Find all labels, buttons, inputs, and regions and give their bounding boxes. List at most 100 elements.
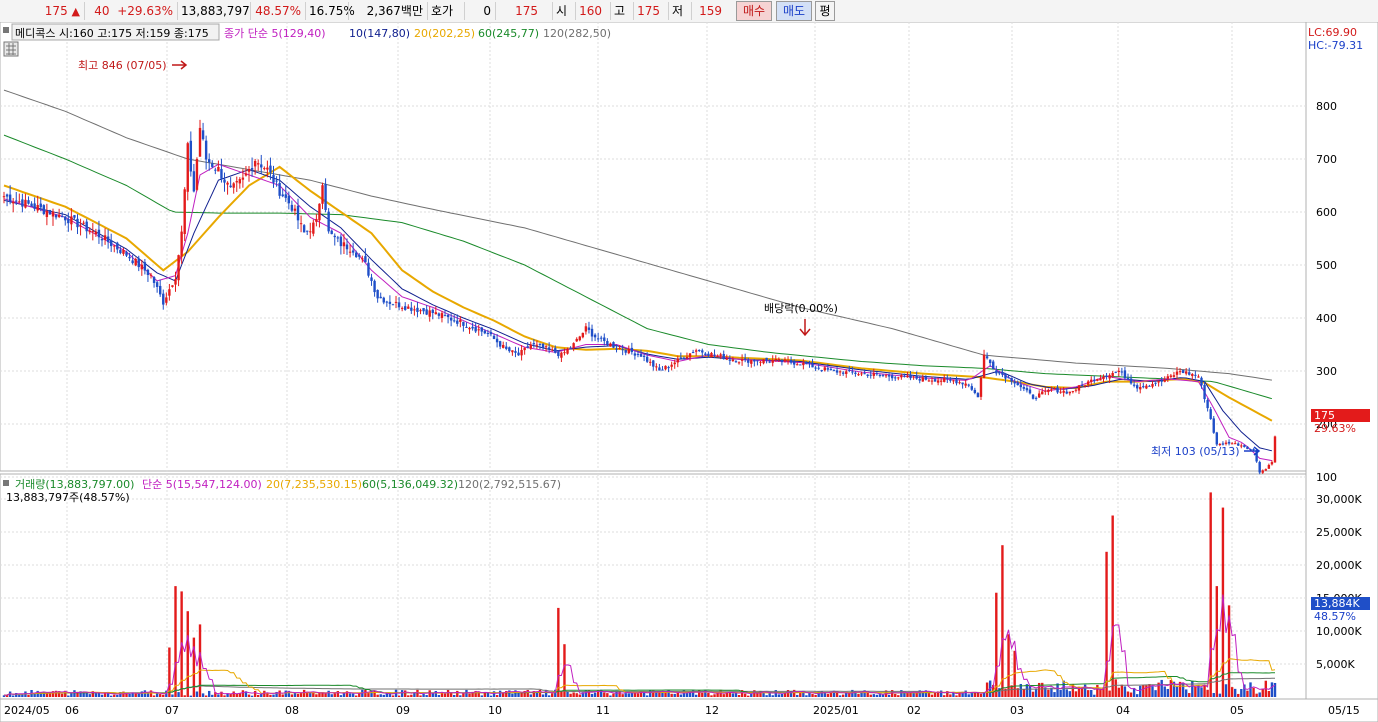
candle-body: [131, 260, 134, 264]
candle-body: [747, 360, 750, 363]
volume-bar: [407, 695, 410, 697]
candle-body: [284, 194, 287, 198]
candle-body: [955, 379, 958, 384]
candle-body: [498, 341, 502, 347]
candle-body: [459, 319, 462, 322]
candle-body: [162, 293, 165, 305]
candle-body: [535, 344, 539, 346]
candle-body: [5, 194, 9, 197]
volume-bar: [557, 607, 560, 697]
candle-body: [1044, 390, 1047, 392]
candle-body: [1157, 380, 1160, 383]
last-price-text: 175: [1314, 409, 1335, 422]
candle-body: [698, 349, 701, 351]
volume-bar: [541, 694, 545, 697]
low-price: 159: [691, 2, 725, 20]
volume-bar: [1151, 686, 1154, 697]
volume-bar: [887, 694, 891, 697]
candle-body: [293, 208, 297, 211]
stock-chart[interactable]: 100200300400500600700800 5,000K10,000K15…: [0, 22, 1378, 722]
candle-body: [168, 289, 171, 296]
candle-body: [416, 307, 419, 312]
candle-body: [437, 313, 441, 316]
price-panel[interactable]: [0, 22, 1307, 472]
candle-body: [1120, 371, 1124, 373]
candle-body: [355, 252, 358, 258]
candle-body: [612, 342, 615, 348]
dividend-annotation: 배당락(0.00%): [764, 302, 838, 315]
candle-body: [970, 386, 973, 390]
candle-body: [600, 337, 603, 339]
eval-button[interactable]: 평: [815, 1, 835, 21]
candle-body: [220, 168, 223, 179]
volume-bar: [1184, 689, 1188, 697]
candle-body: [1273, 436, 1277, 463]
candle-body: [431, 309, 434, 314]
candle-body: [557, 351, 560, 357]
candle-body: [563, 352, 566, 354]
candle-body: [606, 341, 609, 346]
candle-body: [826, 368, 830, 370]
buy-button[interactable]: 매수: [736, 1, 772, 21]
candle-body: [704, 353, 707, 355]
volume-bar: [838, 695, 842, 697]
candle-body: [351, 250, 355, 253]
price-change: 40 +29.63%: [84, 2, 176, 20]
volume-bar: [1175, 686, 1179, 697]
volume-bar: [82, 692, 85, 697]
candle-body: [1169, 375, 1173, 377]
candle-body: [1050, 389, 1053, 391]
volume-bar: [1194, 686, 1197, 697]
volume-bar: [1206, 689, 1209, 697]
open-price: 160: [575, 2, 605, 20]
candle-body: [578, 336, 581, 341]
volume-bar: [174, 586, 177, 697]
volume-subtitle: 13,883,797주(48.57%): [6, 491, 130, 504]
candle-body: [939, 380, 943, 382]
trade-amount: 2,367백만: [348, 2, 426, 20]
candle-body: [921, 377, 924, 382]
candle-body: [796, 364, 799, 366]
candle-body: [238, 179, 242, 184]
volume-panel[interactable]: [0, 473, 1307, 700]
volume-bar: [841, 694, 845, 697]
volume-bar: [1053, 692, 1056, 697]
price-tick-label: 300: [1316, 365, 1337, 378]
candle-body: [364, 256, 367, 263]
candle-body: [982, 354, 986, 379]
candle-body: [743, 358, 747, 360]
candle-body: [443, 315, 447, 317]
candle-body: [244, 173, 248, 176]
vol-ma120-legend: 120(2,792,515.67): [458, 478, 561, 491]
candle-body: [1117, 370, 1121, 373]
volume-bar: [143, 690, 147, 697]
volume-bar: [155, 693, 159, 697]
volume-bar: [434, 690, 438, 697]
candle-body: [992, 361, 995, 370]
candle-body: [30, 203, 33, 207]
candle-body: [1240, 445, 1243, 447]
candle-body: [152, 277, 156, 283]
sell-button[interactable]: 매도: [776, 1, 812, 21]
candle-body: [1160, 380, 1163, 382]
candle-body: [109, 240, 113, 247]
candle-body: [618, 347, 621, 349]
volume-bar: [575, 693, 578, 697]
volume-bar: [1086, 690, 1090, 697]
candle-body: [1086, 381, 1090, 385]
candle-body: [247, 169, 251, 172]
candle-body: [532, 343, 536, 345]
candle-body: [1203, 384, 1206, 400]
x-tick-label: 10: [488, 704, 502, 717]
volume-bar: [912, 693, 915, 697]
last-pct-text: 29.63%: [1314, 422, 1356, 435]
candle-body: [734, 361, 738, 363]
volume-bar: [207, 690, 211, 697]
candle-body: [848, 369, 851, 371]
volume-bar: [1096, 684, 1099, 697]
candle-body: [1096, 379, 1099, 381]
volume-bar: [713, 694, 716, 697]
candle-body: [1074, 389, 1078, 391]
volume-bar: [73, 690, 76, 697]
candle-body: [649, 361, 652, 363]
